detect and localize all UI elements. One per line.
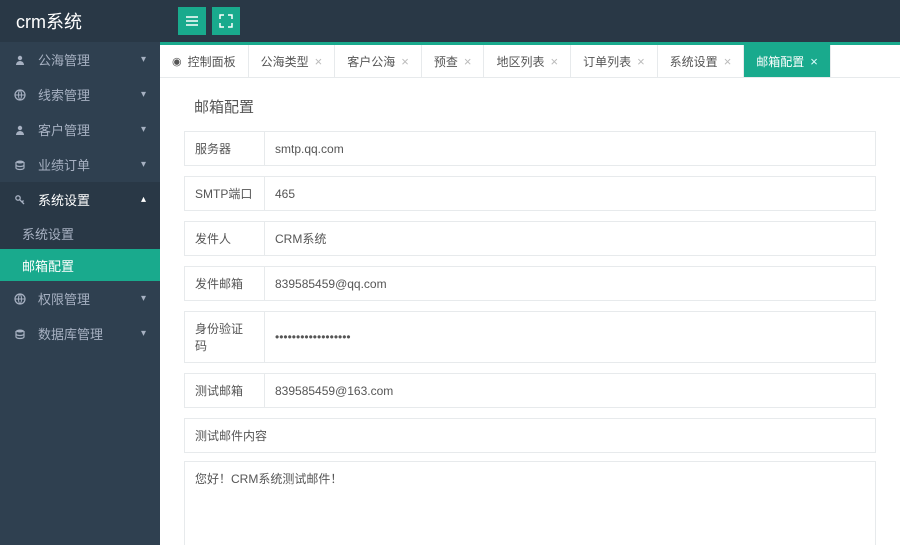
db-icon <box>14 328 30 340</box>
form-row-1: SMTP端口 <box>184 176 876 211</box>
test-mail-content-textarea[interactable] <box>184 461 876 545</box>
sidebar-item-1[interactable]: 线索管理▾ <box>0 77 160 112</box>
sidebar-item-6[interactable]: 数据库管理▾ <box>0 316 160 351</box>
chevron-down-icon: ▾ <box>141 89 146 100</box>
tab-label: 公海类型 <box>261 53 309 70</box>
menu-toggle-button[interactable] <box>178 7 206 35</box>
tab-1[interactable]: 公海类型 × <box>249 45 336 77</box>
fullscreen-button[interactable] <box>212 7 240 35</box>
globe-icon: ◉ <box>172 55 182 68</box>
chevron-down-icon: ▾ <box>141 328 146 339</box>
field-label: 服务器 <box>184 131 264 166</box>
field-label: 发件邮箱 <box>184 266 264 301</box>
tab-7[interactable]: 邮箱配置 × <box>744 45 831 77</box>
tab-bar: ◉ 控制面板 公海类型 × 客户公海 × 预查 × 地区列表 × 订单列表 × 系统设置 × 邮箱配置 × <box>160 42 900 78</box>
sidebar-item-5[interactable]: 权限管理▾ <box>0 281 160 316</box>
sidebar-item-3[interactable]: 业绩订单▾ <box>0 147 160 182</box>
field-label: SMTP端口 <box>184 176 264 211</box>
header-icon-group <box>178 7 240 35</box>
close-icon[interactable]: × <box>550 54 558 69</box>
close-icon[interactable]: × <box>401 54 409 69</box>
user-icon <box>14 124 30 136</box>
chevron-down-icon: ▾ <box>141 54 146 65</box>
tab-label: 邮箱配置 <box>756 53 804 70</box>
close-icon[interactable]: × <box>724 54 732 69</box>
sidebar-label: 线索管理 <box>38 85 141 104</box>
chevron-up-icon: ▴ <box>141 194 146 205</box>
sidebar-label: 客户管理 <box>38 120 141 139</box>
tab-label: 订单列表 <box>583 53 631 70</box>
field-input-5[interactable] <box>264 373 876 408</box>
field-input-2[interactable] <box>264 221 876 256</box>
sidebar-sub-4-0[interactable]: 系统设置 <box>0 217 160 249</box>
sidebar-label: 系统设置 <box>38 190 141 209</box>
form-legend: 邮箱配置 <box>184 96 876 131</box>
field-label: 发件人 <box>184 221 264 256</box>
user-icon <box>14 54 30 66</box>
sidebar-item-0[interactable]: 公海管理▾ <box>0 42 160 77</box>
field-input-1[interactable] <box>264 176 876 211</box>
tab-6[interactable]: 系统设置 × <box>658 45 745 77</box>
form-row-2: 发件人 <box>184 221 876 256</box>
close-icon[interactable]: × <box>637 54 645 69</box>
sidebar-item-4[interactable]: 系统设置▴ <box>0 182 160 217</box>
sidebar-label: 公海管理 <box>38 50 141 69</box>
tab-label: 客户公海 <box>347 53 395 70</box>
sidebar-label: 业绩订单 <box>38 155 141 174</box>
close-icon[interactable]: × <box>464 54 472 69</box>
chevron-down-icon: ▾ <box>141 124 146 135</box>
tab-label: 系统设置 <box>670 53 718 70</box>
form-row-5: 测试邮箱 <box>184 373 876 408</box>
tab-4[interactable]: 地区列表 × <box>484 45 571 77</box>
form-row-3: 发件邮箱 <box>184 266 876 301</box>
chevron-down-icon: ▾ <box>141 293 146 304</box>
app-logo: crm系统 <box>0 8 160 34</box>
form-fieldset: 邮箱配置 服务器SMTP端口发件人发件邮箱身份验证码测试邮箱 测试邮件内容 提交… <box>184 96 876 545</box>
tab-label: 预查 <box>434 53 458 70</box>
tab-0[interactable]: ◉ 控制面板 <box>160 45 249 77</box>
close-icon[interactable]: × <box>810 54 818 69</box>
app-header: crm系统 <box>0 0 900 42</box>
sidebar-sub-4-1[interactable]: 邮箱配置 <box>0 249 160 281</box>
chevron-down-icon: ▾ <box>141 159 146 170</box>
field-input-3[interactable] <box>264 266 876 301</box>
form-row-4: 身份验证码 <box>184 311 876 363</box>
tab-label: 控制面板 <box>188 53 236 70</box>
sidebar-label: 数据库管理 <box>38 324 141 343</box>
field-label: 身份验证码 <box>184 311 264 363</box>
content-label: 测试邮件内容 <box>184 418 876 453</box>
sidebar-item-2[interactable]: 客户管理▾ <box>0 112 160 147</box>
tab-5[interactable]: 订单列表 × <box>571 45 658 77</box>
sidebar: 公海管理▾线索管理▾客户管理▾业绩订单▾系统设置▴系统设置邮箱配置权限管理▾数据… <box>0 42 160 545</box>
content-area: 邮箱配置 服务器SMTP端口发件人发件邮箱身份验证码测试邮箱 测试邮件内容 提交… <box>160 78 900 545</box>
tab-label: 地区列表 <box>496 53 544 70</box>
menu-icon <box>185 14 199 28</box>
tab-2[interactable]: 客户公海 × <box>335 45 422 77</box>
field-label: 测试邮箱 <box>184 373 264 408</box>
main-area: ◉ 控制面板 公海类型 × 客户公海 × 预查 × 地区列表 × 订单列表 × 系统设置 × 邮箱配置 × 邮… <box>160 42 900 545</box>
key-icon <box>14 194 30 206</box>
globe-icon <box>14 89 30 101</box>
sidebar-label: 权限管理 <box>38 289 141 308</box>
tab-3[interactable]: 预查 × <box>422 45 485 77</box>
form-row-0: 服务器 <box>184 131 876 166</box>
field-input-0[interactable] <box>264 131 876 166</box>
fullscreen-icon <box>219 14 233 28</box>
close-icon[interactable]: × <box>315 54 323 69</box>
field-input-4[interactable] <box>264 311 876 363</box>
globe-icon <box>14 293 30 305</box>
db-icon <box>14 159 30 171</box>
